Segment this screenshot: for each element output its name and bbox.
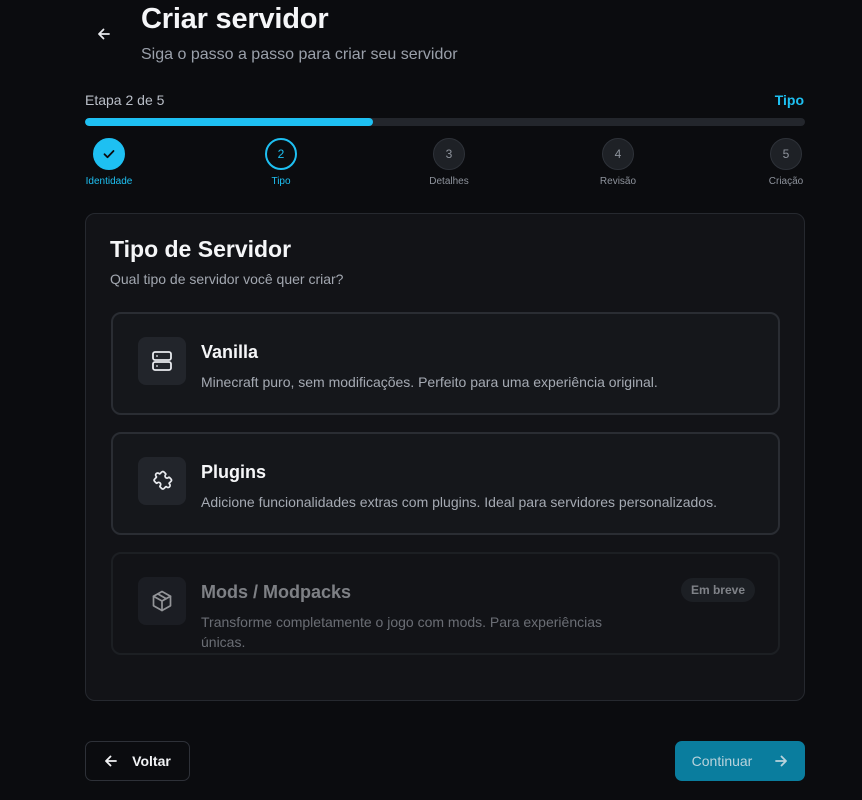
server-type-card: Tipo de Servidor Qual tipo de servidor v… — [85, 213, 805, 701]
current-step-label: Tipo — [774, 92, 804, 108]
progress-bar — [85, 118, 805, 126]
coming-soon-badge: Em breve — [680, 578, 755, 602]
step-label: Criação — [768, 176, 804, 187]
step-count: Etapa 2 de 5 — [85, 92, 165, 108]
step-label: Detalhes — [429, 176, 469, 187]
card-subtitle: Qual tipo de servidor você quer criar? — [110, 271, 344, 287]
step-revisao: 4 Revisão — [568, 138, 668, 187]
step-circle: 5 — [770, 138, 802, 170]
step-tipo: 2 Tipo — [231, 138, 331, 187]
step-label: Revisão — [599, 176, 637, 187]
option-description: Minecraft puro, sem modificações. Perfei… — [201, 374, 658, 390]
step-circle: 4 — [602, 138, 634, 170]
card-title: Tipo de Servidor — [110, 236, 292, 262]
back-button[interactable]: Voltar — [85, 741, 190, 781]
arrow-left-icon — [105, 755, 118, 767]
arrow-right-icon — [775, 755, 788, 767]
option-plugins[interactable]: Plugins Adicione funcionalidades extras … — [111, 432, 780, 535]
step-label: Tipo — [271, 176, 291, 187]
page-subtitle: Siga o passo a passo para criar seu serv… — [141, 46, 458, 63]
puzzle-icon — [138, 457, 186, 505]
continue-button-label: Continuar — [691, 753, 753, 769]
step-circle: 3 — [433, 138, 465, 170]
step-label: Identidade — [85, 176, 133, 187]
package-icon — [138, 577, 186, 625]
continue-button[interactable]: Continuar — [675, 741, 805, 781]
server-icon — [138, 337, 186, 385]
option-title: Mods / Modpacks — [201, 582, 352, 602]
step-identidade: Identidade — [59, 138, 159, 187]
step-circle: 2 — [265, 138, 297, 170]
step-circle — [93, 138, 125, 170]
step-detalhes: 3 Detalhes — [399, 138, 499, 187]
create-server-page: Criar servidor Siga o passo a passo para… — [0, 0, 862, 800]
check-icon — [103, 150, 115, 159]
page-title: Criar servidor — [141, 3, 329, 35]
step-criacao: 5 Criação — [736, 138, 836, 187]
option-description: Transforme completamente o jogo com mods… — [201, 614, 602, 650]
option-title: Vanilla — [201, 342, 259, 362]
option-mods-modpacks: Mods / Modpacks Transforme completamente… — [111, 552, 780, 655]
option-title: Plugins — [201, 462, 267, 482]
back-button-label: Voltar — [132, 753, 171, 769]
arrow-left-icon[interactable] — [94, 24, 114, 44]
option-description: Adicione funcionalidades extras com plug… — [201, 494, 717, 510]
progress-bar-fill — [85, 118, 373, 126]
option-vanilla[interactable]: Vanilla Minecraft puro, sem modificações… — [111, 312, 780, 415]
